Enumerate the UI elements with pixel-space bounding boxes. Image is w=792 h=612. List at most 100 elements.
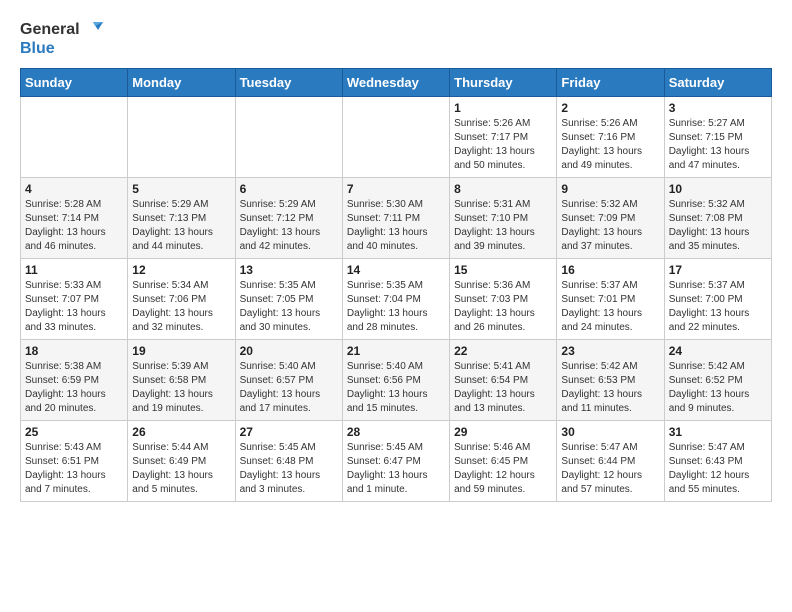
day-info: Sunrise: 5:41 AM Sunset: 6:54 PM Dayligh…	[454, 360, 552, 416]
day-number: 31	[669, 425, 767, 439]
calendar-cell: 25 Sunrise: 5:43 AM Sunset: 6:51 PM Dayli…	[21, 421, 128, 502]
calendar-cell: 23 Sunrise: 5:42 AM Sunset: 6:53 PM Dayli…	[557, 340, 664, 421]
calendar-cell: 1 Sunrise: 5:26 AM Sunset: 7:17 PM Daylig…	[450, 97, 557, 178]
day-number: 10	[669, 182, 767, 196]
day-number: 28	[347, 425, 445, 439]
week-row-2: 4 Sunrise: 5:28 AM Sunset: 7:14 PM Daylig…	[21, 178, 772, 259]
day-info: Sunrise: 5:42 AM Sunset: 6:53 PM Dayligh…	[561, 360, 659, 416]
calendar-cell: 11 Sunrise: 5:33 AM Sunset: 7:07 PM Dayli…	[21, 259, 128, 340]
day-info: Sunrise: 5:40 AM Sunset: 6:56 PM Dayligh…	[347, 360, 445, 416]
calendar-cell: 27 Sunrise: 5:45 AM Sunset: 6:48 PM Dayli…	[235, 421, 342, 502]
day-info: Sunrise: 5:32 AM Sunset: 7:08 PM Dayligh…	[669, 198, 767, 254]
calendar-cell	[128, 97, 235, 178]
day-info: Sunrise: 5:40 AM Sunset: 6:57 PM Dayligh…	[240, 360, 338, 416]
day-number: 14	[347, 263, 445, 277]
calendar-cell: 21 Sunrise: 5:40 AM Sunset: 6:56 PM Dayli…	[342, 340, 449, 421]
day-number: 26	[132, 425, 230, 439]
week-row-5: 25 Sunrise: 5:43 AM Sunset: 6:51 PM Dayli…	[21, 421, 772, 502]
calendar-table: SundayMondayTuesdayWednesdayThursdayFrid…	[20, 68, 772, 502]
day-info: Sunrise: 5:42 AM Sunset: 6:52 PM Dayligh…	[669, 360, 767, 416]
day-number: 23	[561, 344, 659, 358]
day-number: 24	[669, 344, 767, 358]
day-info: Sunrise: 5:37 AM Sunset: 7:01 PM Dayligh…	[561, 279, 659, 335]
calendar-cell: 16 Sunrise: 5:37 AM Sunset: 7:01 PM Dayli…	[557, 259, 664, 340]
day-number: 7	[347, 182, 445, 196]
calendar-cell: 3 Sunrise: 5:27 AM Sunset: 7:15 PM Daylig…	[664, 97, 771, 178]
calendar-cell: 9Sunrise: 5:32 AM Sunset: 7:09 PM Daylig…	[557, 178, 664, 259]
day-number: 2	[561, 101, 659, 115]
calendar-cell: 15Sunrise: 5:36 AM Sunset: 7:03 PM Dayli…	[450, 259, 557, 340]
calendar-cell: 17 Sunrise: 5:37 AM Sunset: 7:00 PM Dayli…	[664, 259, 771, 340]
calendar-cell: 13Sunrise: 5:35 AM Sunset: 7:05 PM Dayli…	[235, 259, 342, 340]
day-number: 27	[240, 425, 338, 439]
day-info: Sunrise: 5:33 AM Sunset: 7:07 PM Dayligh…	[25, 279, 123, 335]
day-info: Sunrise: 5:35 AM Sunset: 7:05 PM Dayligh…	[240, 279, 338, 335]
calendar-cell: 5 Sunrise: 5:29 AM Sunset: 7:13 PM Daylig…	[128, 178, 235, 259]
calendar-cell: 20 Sunrise: 5:40 AM Sunset: 6:57 PM Dayli…	[235, 340, 342, 421]
calendar-cell: 2Sunrise: 5:26 AM Sunset: 7:16 PM Daylig…	[557, 97, 664, 178]
day-number: 11	[25, 263, 123, 277]
calendar-cell: 26 Sunrise: 5:44 AM Sunset: 6:49 PM Dayli…	[128, 421, 235, 502]
day-number: 4	[25, 182, 123, 196]
day-number: 1	[454, 101, 552, 115]
day-header-friday: Friday	[557, 69, 664, 97]
day-info: Sunrise: 5:47 AM Sunset: 6:43 PM Dayligh…	[669, 441, 767, 497]
day-number: 9	[561, 182, 659, 196]
day-info: Sunrise: 5:35 AM Sunset: 7:04 PM Dayligh…	[347, 279, 445, 335]
day-header-wednesday: Wednesday	[342, 69, 449, 97]
day-number: 19	[132, 344, 230, 358]
day-info: Sunrise: 5:46 AM Sunset: 6:45 PM Dayligh…	[454, 441, 552, 497]
day-number: 3	[669, 101, 767, 115]
logo-bird-icon	[83, 20, 103, 40]
day-number: 20	[240, 344, 338, 358]
day-info: Sunrise: 5:34 AM Sunset: 7:06 PM Dayligh…	[132, 279, 230, 335]
calendar-cell: 4 Sunrise: 5:28 AM Sunset: 7:14 PM Daylig…	[21, 178, 128, 259]
week-row-4: 18 Sunrise: 5:38 AM Sunset: 6:59 PM Dayli…	[21, 340, 772, 421]
day-number: 16	[561, 263, 659, 277]
page-header: General Blue	[20, 20, 772, 58]
day-info: Sunrise: 5:27 AM Sunset: 7:15 PM Dayligh…	[669, 117, 767, 173]
calendar-cell	[235, 97, 342, 178]
day-number: 12	[132, 263, 230, 277]
day-number: 17	[669, 263, 767, 277]
calendar-cell	[21, 97, 128, 178]
calendar-cell: 22 Sunrise: 5:41 AM Sunset: 6:54 PM Dayli…	[450, 340, 557, 421]
day-number: 8	[454, 182, 552, 196]
calendar-cell: 28 Sunrise: 5:45 AM Sunset: 6:47 PM Dayli…	[342, 421, 449, 502]
calendar-cell	[342, 97, 449, 178]
calendar-cell: 19Sunrise: 5:39 AM Sunset: 6:58 PM Dayli…	[128, 340, 235, 421]
calendar-cell: 6Sunrise: 5:29 AM Sunset: 7:12 PM Daylig…	[235, 178, 342, 259]
day-info: Sunrise: 5:44 AM Sunset: 6:49 PM Dayligh…	[132, 441, 230, 497]
day-number: 29	[454, 425, 552, 439]
day-info: Sunrise: 5:30 AM Sunset: 7:11 PM Dayligh…	[347, 198, 445, 254]
calendar-cell: 10 Sunrise: 5:32 AM Sunset: 7:08 PM Dayli…	[664, 178, 771, 259]
day-header-monday: Monday	[128, 69, 235, 97]
calendar-cell: 29 Sunrise: 5:46 AM Sunset: 6:45 PM Dayli…	[450, 421, 557, 502]
calendar-cell: 8 Sunrise: 5:31 AM Sunset: 7:10 PM Daylig…	[450, 178, 557, 259]
day-number: 30	[561, 425, 659, 439]
day-info: Sunrise: 5:31 AM Sunset: 7:10 PM Dayligh…	[454, 198, 552, 254]
day-info: Sunrise: 5:45 AM Sunset: 6:47 PM Dayligh…	[347, 441, 445, 497]
day-number: 21	[347, 344, 445, 358]
day-info: Sunrise: 5:28 AM Sunset: 7:14 PM Dayligh…	[25, 198, 123, 254]
day-info: Sunrise: 5:26 AM Sunset: 7:17 PM Dayligh…	[454, 117, 552, 173]
week-row-3: 11 Sunrise: 5:33 AM Sunset: 7:07 PM Dayli…	[21, 259, 772, 340]
calendar-cell: 31 Sunrise: 5:47 AM Sunset: 6:43 PM Dayli…	[664, 421, 771, 502]
day-header-tuesday: Tuesday	[235, 69, 342, 97]
day-info: Sunrise: 5:43 AM Sunset: 6:51 PM Dayligh…	[25, 441, 123, 497]
day-info: Sunrise: 5:38 AM Sunset: 6:59 PM Dayligh…	[25, 360, 123, 416]
calendar-cell: 30Sunrise: 5:47 AM Sunset: 6:44 PM Dayli…	[557, 421, 664, 502]
calendar-cell: 14 Sunrise: 5:35 AM Sunset: 7:04 PM Dayli…	[342, 259, 449, 340]
day-number: 22	[454, 344, 552, 358]
day-header-thursday: Thursday	[450, 69, 557, 97]
day-number: 5	[132, 182, 230, 196]
day-number: 25	[25, 425, 123, 439]
logo: General Blue	[20, 20, 103, 58]
day-header-sunday: Sunday	[21, 69, 128, 97]
day-info: Sunrise: 5:29 AM Sunset: 7:13 PM Dayligh…	[132, 198, 230, 254]
day-info: Sunrise: 5:45 AM Sunset: 6:48 PM Dayligh…	[240, 441, 338, 497]
day-number: 18	[25, 344, 123, 358]
day-header-saturday: Saturday	[664, 69, 771, 97]
day-info: Sunrise: 5:36 AM Sunset: 7:03 PM Dayligh…	[454, 279, 552, 335]
day-info: Sunrise: 5:37 AM Sunset: 7:00 PM Dayligh…	[669, 279, 767, 335]
